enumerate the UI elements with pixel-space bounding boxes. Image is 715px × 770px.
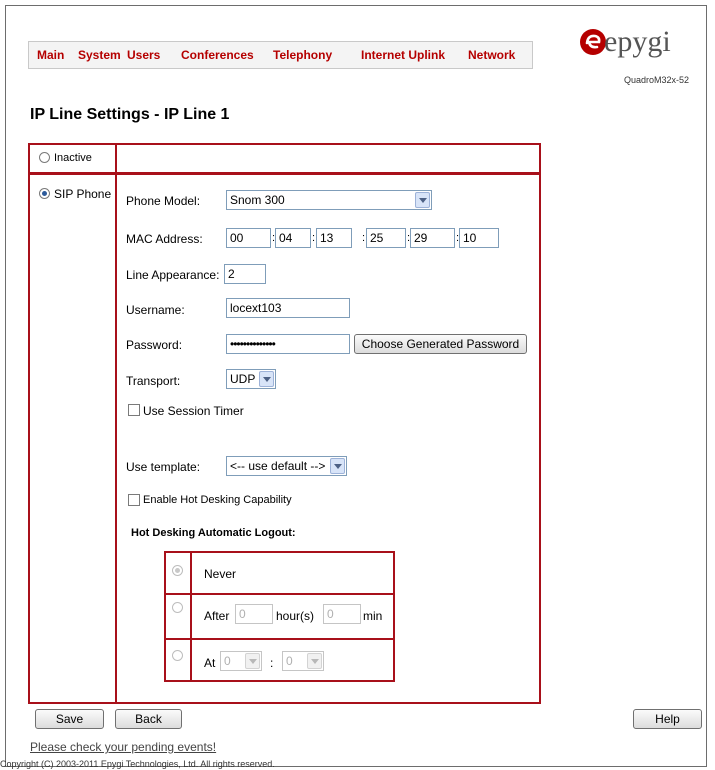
session-timer-checkbox[interactable] (128, 404, 140, 416)
inactive-label: Inactive (54, 152, 92, 164)
logout-at-min-select[interactable]: 0 (282, 651, 324, 671)
nav-users[interactable]: Users (127, 48, 160, 62)
sip-phone-label: SIP Phone (54, 187, 112, 201)
choose-generated-password-button[interactable]: Choose Generated Password (354, 334, 527, 354)
hours-unit-label: hour(s) (276, 609, 315, 623)
save-button[interactable]: Save (35, 709, 104, 729)
transport-label: Transport: (126, 374, 181, 388)
inactive-radio[interactable] (39, 152, 50, 163)
transport-select[interactable]: UDP (226, 369, 276, 389)
nav-internet-uplink[interactable]: Internet Uplink (361, 48, 445, 62)
chevron-down-icon (259, 371, 274, 387)
nav-conferences[interactable]: Conferences (181, 48, 254, 62)
logo-wordmark: epygi (604, 25, 671, 58)
mac-octet-5[interactable]: 29 (410, 228, 455, 248)
page-title: IP Line Settings - IP Line 1 (30, 106, 230, 123)
line-appearance-label: Line Appearance: (126, 268, 220, 282)
logout-at-radio[interactable] (172, 650, 183, 661)
help-button[interactable]: Help (633, 709, 702, 729)
hot-desking-checkbox[interactable] (128, 494, 140, 506)
chevron-down-icon (245, 653, 260, 669)
mac-octet-3[interactable]: 13 (316, 228, 352, 248)
template-select[interactable]: <-- use default --> (226, 456, 347, 476)
mac-address-label: MAC Address: (126, 232, 203, 246)
template-label: Use template: (126, 460, 201, 474)
chevron-down-icon (307, 653, 322, 669)
password-input[interactable]: •••••••••••••• (226, 334, 350, 354)
chevron-down-icon (330, 458, 345, 474)
phone-model-select[interactable]: Snom 300 (226, 190, 432, 210)
mac-octet-4[interactable]: 25 (366, 228, 406, 248)
session-timer-label: Use Session Timer (143, 404, 244, 418)
password-label: Password: (126, 338, 183, 352)
logout-at-hour-select[interactable]: 0 (220, 651, 262, 671)
chevron-down-icon (415, 192, 430, 208)
username-input[interactable]: locext103 (226, 298, 350, 318)
device-model: QuadroM32x-52 (624, 75, 690, 85)
hot-desking-logout-heading: Hot Desking Automatic Logout: (131, 527, 296, 539)
logout-at-label: At (204, 656, 216, 670)
username-label: Username: (126, 303, 185, 317)
logout-never-radio[interactable] (172, 565, 183, 576)
mac-octet-2[interactable]: 04 (275, 228, 311, 248)
nav-telephony[interactable]: Telephony (273, 48, 332, 62)
logout-after-radio[interactable] (172, 602, 183, 613)
top-navigation: Main System Users Conferences Telephony … (28, 41, 533, 69)
logout-never-label: Never (204, 567, 237, 581)
nav-network[interactable]: Network (468, 48, 515, 62)
copyright-text: Copyright (C) 2003-2011 Epygi Technologi… (0, 759, 275, 769)
mac-octet-6[interactable]: 10 (459, 228, 499, 248)
back-button[interactable]: Back (115, 709, 182, 729)
sip-phone-radio[interactable] (39, 188, 50, 199)
epygi-logo: epygi QuadroM32x-52 (578, 25, 690, 89)
min-unit-label: min (363, 609, 383, 623)
mac-octet-1[interactable]: 00 (226, 228, 271, 248)
phone-model-label: Phone Model: (126, 194, 201, 208)
pending-events-link[interactable]: Please check your pending events! (30, 740, 216, 754)
logout-after-hours-input[interactable]: 0 (235, 604, 273, 624)
hot-desking-label: Enable Hot Desking Capability (143, 494, 292, 506)
nav-system[interactable]: System (78, 48, 121, 62)
logout-after-label: After (204, 609, 230, 623)
nav-main[interactable]: Main (37, 48, 64, 62)
inactive-row (28, 143, 541, 174)
line-appearance-input[interactable]: 2 (224, 264, 266, 284)
logout-after-min-input[interactable]: 0 (323, 604, 361, 624)
